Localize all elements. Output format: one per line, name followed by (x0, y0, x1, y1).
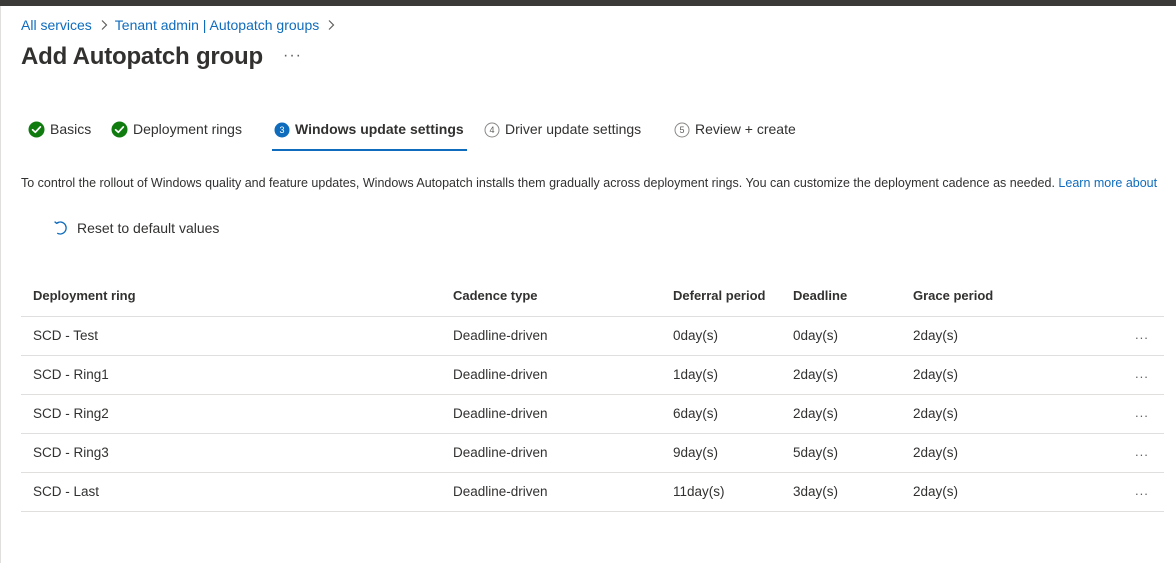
cell-deferral-period: 1day(s) (673, 367, 719, 382)
cell-deployment-ring: SCD - Last (33, 484, 100, 499)
table-row[interactable]: SCD - Ring1 Deadline-driven 1day(s) 2day… (21, 356, 1164, 395)
cell-cadence-type: Deadline-driven (453, 445, 548, 460)
undo-icon (52, 219, 70, 237)
tab-review-create[interactable]: 5 Review + create (673, 115, 796, 153)
step-4-icon: 4 (483, 121, 500, 138)
tab-label: Basics (50, 121, 92, 137)
cell-grace-period: 2day(s) (913, 445, 959, 460)
step-number: 3 (279, 125, 284, 135)
top-bar (0, 0, 1176, 6)
cell-deployment-ring: SCD - Ring3 (33, 445, 109, 460)
table-row[interactable]: SCD - Test Deadline-driven 0day(s) 0day(… (21, 317, 1164, 356)
cell-cadence-type: Deadline-driven (453, 328, 548, 343)
cell-deferral-period: 9day(s) (673, 445, 719, 460)
column-header-deferral-period: Deferral period (673, 288, 766, 303)
cell-deployment-ring: SCD - Test (33, 328, 99, 343)
step-number: 5 (679, 125, 684, 135)
cell-cadence-type: Deadline-driven (453, 367, 548, 382)
cell-cadence-type: Deadline-driven (453, 406, 548, 421)
cell-cadence-type: Deadline-driven (453, 484, 548, 499)
tab-label: Windows update settings (295, 121, 464, 137)
row-more-button[interactable]: ... (1135, 405, 1149, 420)
deployment-ring-table: Deployment ring Cadence type Deferral pe… (21, 277, 1164, 512)
breadcrumb: All services Tenant admin | Autopatch gr… (21, 17, 342, 33)
cell-deployment-ring: SCD - Ring2 (33, 406, 109, 421)
tab-label: Deployment rings (133, 121, 242, 137)
row-more-button[interactable]: ... (1135, 444, 1149, 459)
cell-grace-period: 2day(s) (913, 406, 959, 421)
tab-label: Review + create (695, 121, 796, 137)
row-more-button[interactable]: ... (1135, 327, 1149, 342)
breadcrumb-all-services[interactable]: All services (21, 17, 92, 33)
table-row[interactable]: SCD - Ring2 Deadline-driven 6day(s) 2day… (21, 395, 1164, 434)
learn-more-link[interactable]: Learn more about (1058, 176, 1157, 190)
cell-deployment-ring: SCD - Ring1 (33, 367, 109, 382)
step-3-icon: 3 (273, 121, 290, 138)
description-text: To control the rollout of Windows qualit… (21, 176, 1055, 190)
description: To control the rollout of Windows qualit… (21, 176, 1157, 190)
tab-basics[interactable]: Basics (28, 115, 91, 153)
reset-defaults-button[interactable]: Reset to default values (52, 219, 219, 237)
cell-deadline: 0day(s) (793, 328, 839, 343)
check-circle-icon (111, 121, 128, 138)
tab-windows-update-settings[interactable]: 3 Windows update settings (272, 115, 467, 153)
column-header-deadline: Deadline (793, 288, 848, 303)
tab-driver-update-settings[interactable]: 4 Driver update settings (483, 115, 641, 153)
table-row[interactable]: SCD - Last Deadline-driven 11day(s) 3day… (21, 473, 1164, 512)
cell-deadline: 5day(s) (793, 445, 839, 460)
cell-deadline: 2day(s) (793, 367, 839, 382)
column-header-cadence-type: Cadence type (453, 288, 538, 303)
check-circle-icon (28, 121, 45, 138)
cell-deferral-period: 11day(s) (673, 484, 725, 499)
tab-label: Driver update settings (505, 121, 642, 137)
step-number: 4 (489, 125, 494, 135)
table-row[interactable]: SCD - Ring3 Deadline-driven 9day(s) 5day… (21, 434, 1164, 473)
cell-deferral-period: 6day(s) (673, 406, 719, 421)
blade-border (0, 6, 1, 563)
more-options-button[interactable]: ··· (283, 47, 302, 65)
chevron-right-icon (100, 19, 108, 31)
cell-grace-period: 2day(s) (913, 367, 959, 382)
cell-grace-period: 2day(s) (913, 328, 959, 343)
column-header-grace-period: Grace period (913, 288, 994, 303)
column-header-deployment-ring: Deployment ring (33, 288, 136, 303)
reset-label: Reset to default values (77, 220, 220, 236)
cell-grace-period: 2day(s) (913, 484, 959, 499)
page-title: Add Autopatch group (21, 43, 263, 70)
step-5-icon: 5 (673, 121, 690, 138)
row-more-button[interactable]: ... (1135, 483, 1149, 498)
tab-deployment-rings[interactable]: Deployment rings (111, 115, 242, 153)
row-more-button[interactable]: ... (1135, 366, 1149, 381)
cell-deadline: 3day(s) (793, 484, 839, 499)
chevron-right-icon (327, 19, 335, 31)
breadcrumb-autopatch-groups[interactable]: Tenant admin | Autopatch groups (115, 17, 319, 33)
cell-deadline: 2day(s) (793, 406, 839, 421)
cell-deferral-period: 0day(s) (673, 328, 719, 343)
table-header: Deployment ring Cadence type Deferral pe… (21, 277, 1164, 317)
